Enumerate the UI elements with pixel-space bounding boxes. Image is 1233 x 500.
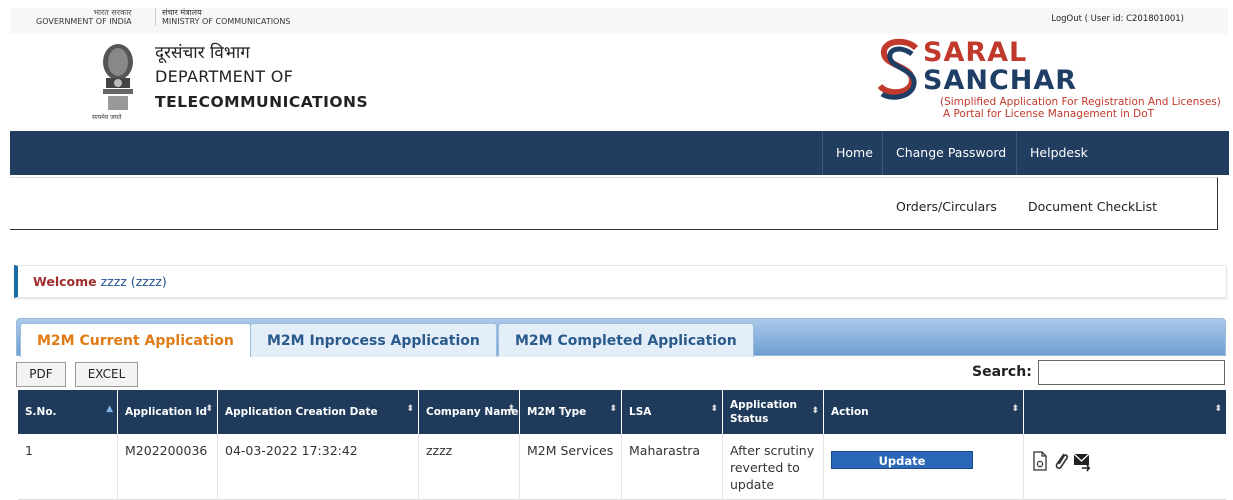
pdf-button[interactable]: PDF <box>16 362 66 387</box>
document-icon[interactable] <box>1031 450 1049 472</box>
welcome-bar: Welcome zzzz (zzzz) <box>14 265 1227 298</box>
page: भारत सरकार GOVERNMENT OF INDIA संचार मंत… <box>0 0 1233 500</box>
subnav-document-checklist[interactable]: Document CheckList <box>1028 178 1157 231</box>
table-header: S.No. ▲ Application Id ⬍ Application Creat… <box>18 390 1226 434</box>
dept-hindi: दूरसंचार विभाग <box>155 43 250 63</box>
search-label: Search: <box>972 364 1032 380</box>
th-lsa[interactable]: LSA ⬍ <box>622 390 723 434</box>
th-application-status[interactable]: Application Status ⬍ <box>723 390 824 434</box>
cell-sno: 1 <box>18 434 118 500</box>
th-lsa-label: LSA <box>629 406 652 418</box>
update-button[interactable]: Update <box>831 451 973 469</box>
tab-completed-application[interactable]: M2M Completed Application <box>498 323 754 357</box>
subnav-orders-circulars[interactable]: Orders/Circulars <box>896 178 997 231</box>
gov-hindi: भारत सरकार <box>93 8 132 17</box>
table-row: 1 M202200036 04-03-2022 17:32:42 zzzz M2… <box>18 434 1226 500</box>
gov-english: GOVERNMENT OF INDIA <box>36 17 132 26</box>
th-action-label: Action <box>831 406 869 418</box>
sort-icon: ⬍ <box>205 404 213 414</box>
top-strip: भारत सरकार GOVERNMENT OF INDIA संचार मंत… <box>10 8 1228 34</box>
welcome-user: zzzz (zzzz) <box>100 274 167 289</box>
cell-m2m-type: M2M Services <box>520 434 622 500</box>
th-creation-date[interactable]: Application Creation Date ⬍ <box>218 390 419 434</box>
logout-link[interactable]: LogOut ( User id: C201801001) <box>1051 14 1184 24</box>
th-company-name-label: Company Name <box>426 406 519 418</box>
th-application-status-label: Application Status <box>730 399 797 425</box>
brand-bottom: SANCHAR <box>923 65 1078 96</box>
th-sno-label: S.No. <box>25 406 57 418</box>
th-m2m-type-label: M2M Type <box>527 406 587 418</box>
dept-line1: DEPARTMENT OF <box>155 67 294 86</box>
sort-asc-icon: ▲ <box>106 404 113 414</box>
cell-creation-date: 04-03-2022 17:32:42 <box>218 434 419 500</box>
row-icons <box>1031 450 1091 472</box>
sort-icon: ⬍ <box>406 404 414 414</box>
tab-inprocess-application[interactable]: M2M Inprocess Application <box>250 323 497 357</box>
excel-button[interactable]: EXCEL <box>75 362 138 387</box>
ministry-hindi: संचार मंत्रालय <box>162 8 202 17</box>
sort-icon: ⬍ <box>609 404 617 414</box>
brand-top: SARAL <box>923 37 1028 68</box>
cell-company-name: zzzz <box>419 434 520 500</box>
tab-bar: M2M Current Application M2M Inprocess Ap… <box>16 318 1226 357</box>
cell-lsa: Maharastra <box>622 434 723 500</box>
mail-forward-icon[interactable] <box>1073 450 1091 472</box>
th-m2m-type[interactable]: M2M Type ⬍ <box>520 390 622 434</box>
sort-icon: ⬍ <box>710 404 718 414</box>
gov-label: भारत सरकार GOVERNMENT OF INDIA <box>36 8 132 26</box>
sort-icon: ⬍ <box>1214 404 1222 414</box>
th-company-name[interactable]: Company Name ⬍ <box>419 390 520 434</box>
nav-change-password[interactable]: Change Password <box>882 131 1019 175</box>
cell-application-status: After scrutiny reverted to update <box>723 434 824 500</box>
saral-sanchar-logo-icon <box>877 38 919 100</box>
department-title: दूरसंचार विभाग DEPARTMENT OF TELECOMMUNI… <box>155 42 368 114</box>
ministry-english: MINISTRY OF COMMUNICATIONS <box>162 17 291 26</box>
th-action[interactable]: Action ⬍ <box>824 390 1024 434</box>
welcome-label: Welcome <box>33 274 97 289</box>
nav-home[interactable]: Home <box>822 131 886 175</box>
cell-application-id: M202200036 <box>118 434 218 500</box>
sort-icon: ⬍ <box>811 406 819 416</box>
sub-navbar: Orders/Circulars Document CheckList <box>10 177 1218 230</box>
paperclip-icon[interactable] <box>1052 450 1070 472</box>
th-application-id-label: Application Id <box>125 406 208 418</box>
main-navbar: Home Change Password Helpdesk <box>10 131 1229 175</box>
th-creation-date-label: Application Creation Date <box>225 406 378 418</box>
sort-icon: ⬍ <box>507 404 515 414</box>
th-application-id[interactable]: Application Id ⬍ <box>118 390 218 434</box>
emblem-caption: सत्यमेव जयते <box>92 114 122 121</box>
search-input[interactable] <box>1038 360 1225 385</box>
national-emblem-icon <box>103 44 133 110</box>
tab-current-application[interactable]: M2M Current Application <box>20 323 251 357</box>
ministry-label: संचार मंत्रालय MINISTRY OF COMMUNICATION… <box>155 8 290 26</box>
brand-tagline: A Portal for License Management in DoT <box>943 108 1155 120</box>
th-extra[interactable]: ⬍ <box>1024 390 1226 434</box>
sort-icon: ⬍ <box>1011 404 1019 414</box>
th-sno[interactable]: S.No. ▲ <box>18 390 118 434</box>
dept-line2: TELECOMMUNICATIONS <box>155 93 369 111</box>
brand-subtitle: (Simplified Application For Registration… <box>940 96 1221 108</box>
nav-helpdesk[interactable]: Helpdesk <box>1016 131 1101 175</box>
